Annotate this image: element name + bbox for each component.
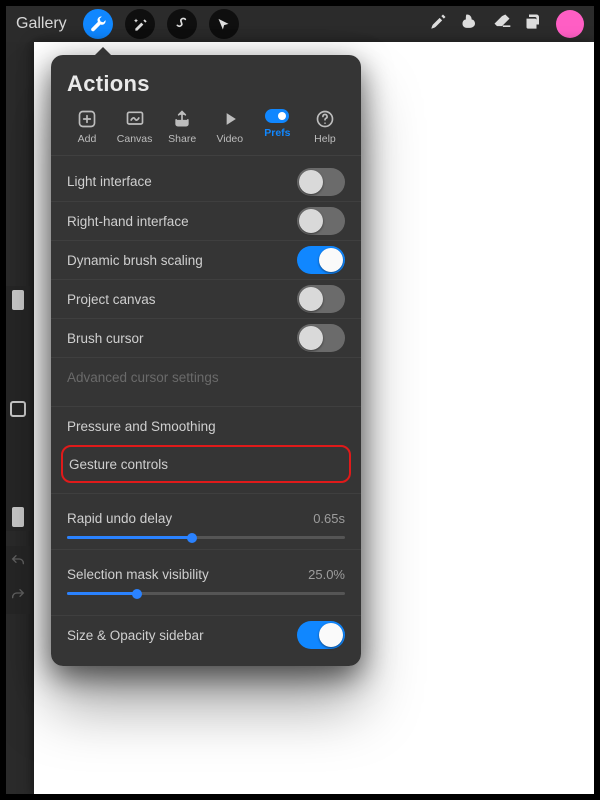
modifier-button[interactable] xyxy=(10,401,26,417)
actions-wrench-button[interactable] xyxy=(83,9,113,39)
tab-share-label: Share xyxy=(168,133,196,145)
label-brush-cursor: Brush cursor xyxy=(67,331,144,346)
row-advanced-cursor: Advanced cursor settings xyxy=(51,357,361,396)
tab-video[interactable]: Video xyxy=(208,109,252,145)
label-dynamic-brush: Dynamic brush scaling xyxy=(67,253,203,268)
label-gesture: Gesture controls xyxy=(69,457,168,472)
toggle-dynamic-brush[interactable] xyxy=(297,246,345,274)
toggle-right-hand[interactable] xyxy=(297,207,345,235)
label-pressure: Pressure and Smoothing xyxy=(67,419,216,434)
prefs-icon xyxy=(265,109,289,123)
brush-size-handle[interactable] xyxy=(12,290,24,310)
tab-help-label: Help xyxy=(314,133,336,145)
label-advanced-cursor: Advanced cursor settings xyxy=(67,370,219,385)
slider-selection-mask[interactable] xyxy=(67,592,345,595)
share-icon xyxy=(172,109,192,129)
undo-button[interactable] xyxy=(10,553,26,574)
value-selection-mask: 25.0% xyxy=(308,567,345,582)
row-dynamic-brush[interactable]: Dynamic brush scaling xyxy=(51,240,361,279)
canvas-icon xyxy=(125,109,145,129)
toggle-size-opacity[interactable] xyxy=(297,621,345,649)
row-rapid-undo[interactable]: Rapid undo delay 0.65s xyxy=(51,493,361,549)
row-right-hand[interactable]: Right-hand interface xyxy=(51,201,361,240)
brush-button[interactable] xyxy=(428,12,448,36)
panel-tabs: Add Canvas Share Video Prefs xyxy=(51,105,361,156)
label-right-hand: Right-hand interface xyxy=(67,214,189,229)
paintbrush-icon xyxy=(428,12,448,32)
label-size-opacity: Size & Opacity sidebar xyxy=(67,628,204,643)
transform-button[interactable] xyxy=(209,9,239,39)
row-gesture-controls[interactable]: Gesture controls xyxy=(61,445,351,483)
wand-icon xyxy=(132,16,148,32)
app-viewport: Gallery xyxy=(6,6,594,794)
row-size-opacity[interactable]: Size & Opacity sidebar xyxy=(51,615,361,654)
row-light-interface[interactable]: Light interface xyxy=(51,162,361,201)
redo-button[interactable] xyxy=(10,587,26,608)
layers-button[interactable] xyxy=(524,12,544,36)
row-brush-cursor[interactable]: Brush cursor xyxy=(51,318,361,357)
tab-prefs-label: Prefs xyxy=(264,127,290,139)
redo-icon xyxy=(10,587,26,603)
layers-icon xyxy=(524,12,544,32)
tab-add-label: Add xyxy=(78,133,97,145)
toggle-brush-cursor[interactable] xyxy=(297,324,345,352)
adjustments-button[interactable] xyxy=(125,9,155,39)
brush-opacity-handle[interactable] xyxy=(12,507,24,527)
help-icon xyxy=(315,109,335,129)
app-frame: Gallery xyxy=(0,0,600,800)
toggle-light-interface[interactable] xyxy=(297,168,345,196)
tab-help[interactable]: Help xyxy=(303,109,347,145)
label-light-interface: Light interface xyxy=(67,174,152,189)
panel-title: Actions xyxy=(51,67,361,105)
s-curve-icon xyxy=(174,16,190,32)
row-pressure-smoothing[interactable]: Pressure and Smoothing xyxy=(51,406,361,445)
add-icon xyxy=(77,109,97,129)
label-selection-mask: Selection mask visibility xyxy=(67,567,209,582)
undo-icon xyxy=(10,553,26,569)
prefs-rows: Light interface Right-hand interface Dyn… xyxy=(51,162,361,666)
row-project-canvas[interactable]: Project canvas xyxy=(51,279,361,318)
label-project-canvas: Project canvas xyxy=(67,292,156,307)
tab-add[interactable]: Add xyxy=(65,109,109,145)
top-toolbar: Gallery xyxy=(6,6,594,42)
video-icon xyxy=(220,109,240,129)
tab-canvas-label: Canvas xyxy=(117,133,153,145)
label-rapid-undo: Rapid undo delay xyxy=(67,511,172,526)
selection-button[interactable] xyxy=(167,9,197,39)
value-rapid-undo: 0.65s xyxy=(313,511,345,526)
actions-panel: Actions Add Canvas Share Video xyxy=(51,55,361,666)
size-opacity-sidebar[interactable] xyxy=(6,286,30,531)
toggle-project-canvas[interactable] xyxy=(297,285,345,313)
wrench-icon xyxy=(89,15,107,33)
color-swatch-button[interactable] xyxy=(556,10,584,38)
undo-redo-sidebar xyxy=(6,546,30,614)
slider-rapid-undo[interactable] xyxy=(67,536,345,539)
eraser-icon xyxy=(492,12,512,32)
tab-video-label: Video xyxy=(216,133,243,145)
tab-canvas[interactable]: Canvas xyxy=(113,109,157,145)
cursor-arrow-icon xyxy=(216,17,231,32)
smudge-icon xyxy=(460,12,480,32)
row-selection-mask[interactable]: Selection mask visibility 25.0% xyxy=(51,549,361,605)
smudge-button[interactable] xyxy=(460,12,480,36)
tab-share[interactable]: Share xyxy=(160,109,204,145)
eraser-button[interactable] xyxy=(492,12,512,36)
gallery-button[interactable]: Gallery xyxy=(16,15,67,33)
tab-prefs[interactable]: Prefs xyxy=(255,109,299,145)
